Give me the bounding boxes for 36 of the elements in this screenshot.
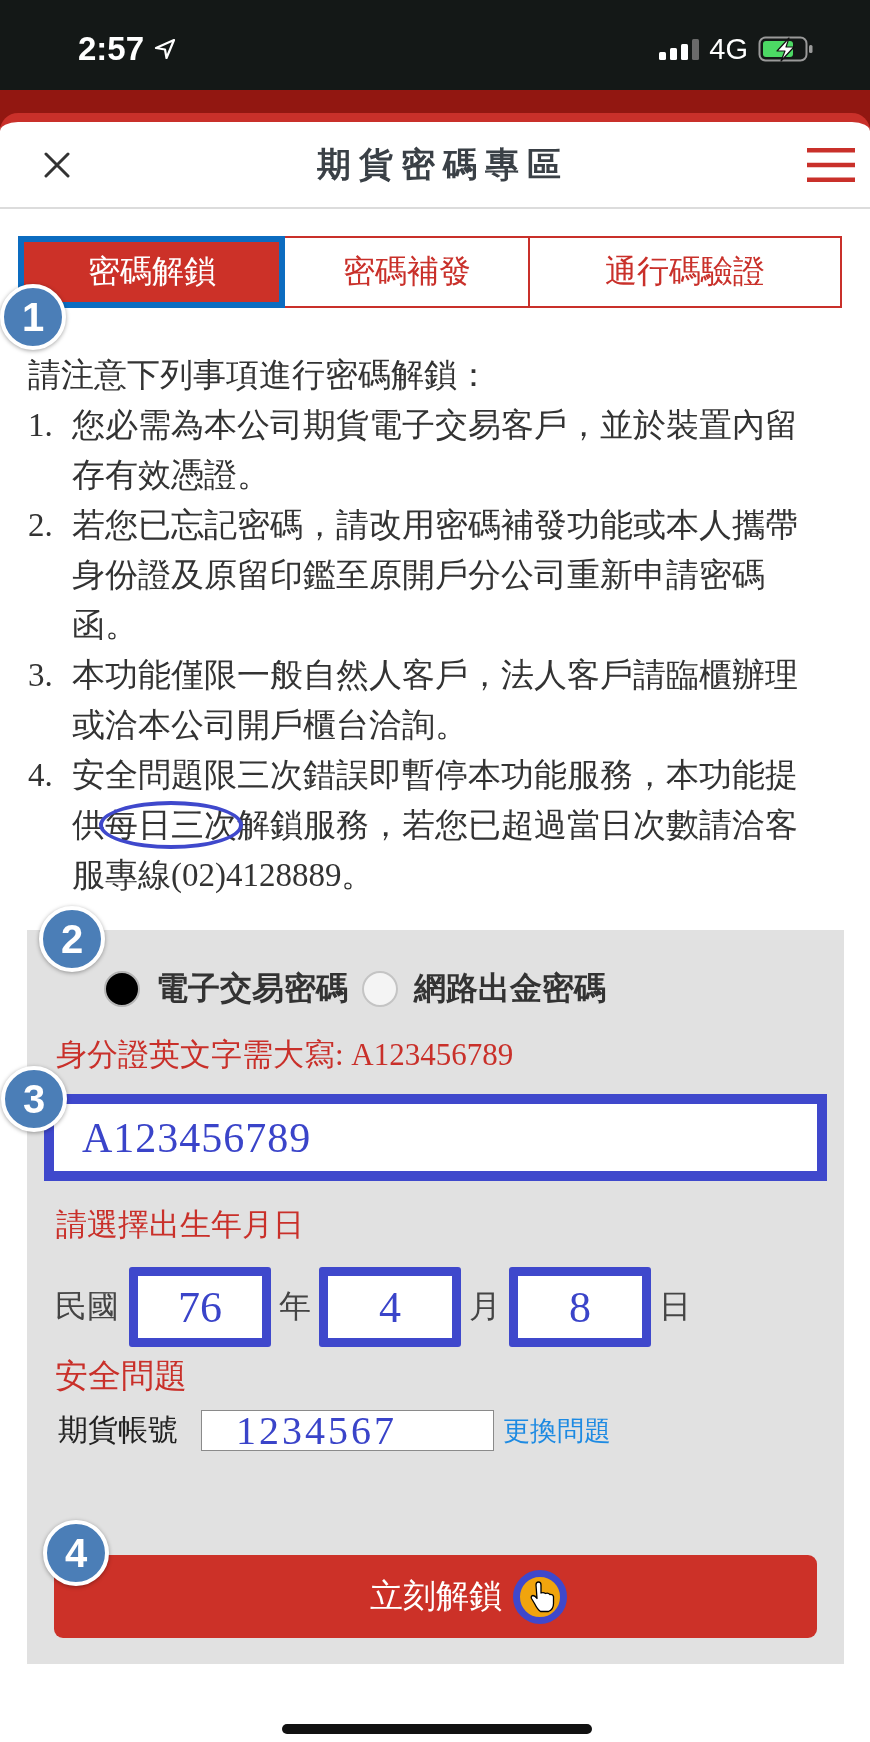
tab[interactable]: 密碼補發 — [283, 236, 530, 308]
pointer-hand-icon — [513, 1570, 567, 1624]
answer-field[interactable]: 1234567 — [201, 1410, 494, 1451]
radio-button[interactable] — [362, 971, 398, 1007]
signal-bars-icon — [659, 38, 700, 60]
network-label: 4G — [709, 32, 748, 66]
birth-date-label: 請選擇出生年月日 — [55, 1206, 305, 1244]
notice-text: 本功能僅限一般自然人客戶，法人客戶請臨櫃辦理或洽本公司開戶櫃台洽詢。 — [72, 656, 799, 745]
date-field[interactable]: 8 — [509, 1267, 651, 1347]
location-arrow-icon — [154, 38, 177, 60]
radio-button[interactable] — [104, 971, 140, 1007]
notice-text: 若您已忘記密碼，請改用密碼補發功能或本人攜帶身份證及原留印鑑至原開戶分公司重新申請密碼函。 — [72, 506, 799, 645]
list-number: 3. — [28, 656, 54, 695]
id-input-field[interactable]: A123456789 — [44, 1094, 827, 1181]
notice-heading: 請注意下列事項進行密碼解鎖： — [28, 354, 491, 396]
radio-label: 網路出金密碼 — [414, 968, 606, 1009]
date-field[interactable]: 4 — [319, 1267, 461, 1347]
close-icon[interactable] — [44, 151, 70, 178]
page-title: 期貨密碼專區 — [315, 142, 570, 186]
battery-charging-icon — [758, 36, 814, 62]
tab[interactable]: 通行碼驗證 — [528, 236, 842, 308]
date-unit-label: 月 — [469, 1286, 501, 1327]
date-unit-label: 日 — [659, 1286, 691, 1327]
date-unit-label: 年 — [279, 1286, 311, 1327]
question-label: 期貨帳號 — [58, 1411, 179, 1449]
security-heading: 安全問題 — [54, 1355, 188, 1397]
list-number: 2. — [28, 506, 54, 545]
status-time: 2:57 — [78, 30, 145, 68]
step-number-badge: 4 — [43, 1520, 109, 1586]
list-number: 4. — [28, 756, 54, 795]
list-number: 1. — [28, 406, 54, 445]
notice-text: 您必需為本公司期貨電子交易客戶，並於裝置內留存有效憑證。 — [72, 406, 799, 495]
radio-label: 電子交易密碼 — [156, 968, 348, 1009]
menu-icon[interactable] — [807, 147, 855, 182]
era-label: 民國 — [55, 1286, 119, 1327]
date-field[interactable]: 76 — [129, 1267, 271, 1347]
